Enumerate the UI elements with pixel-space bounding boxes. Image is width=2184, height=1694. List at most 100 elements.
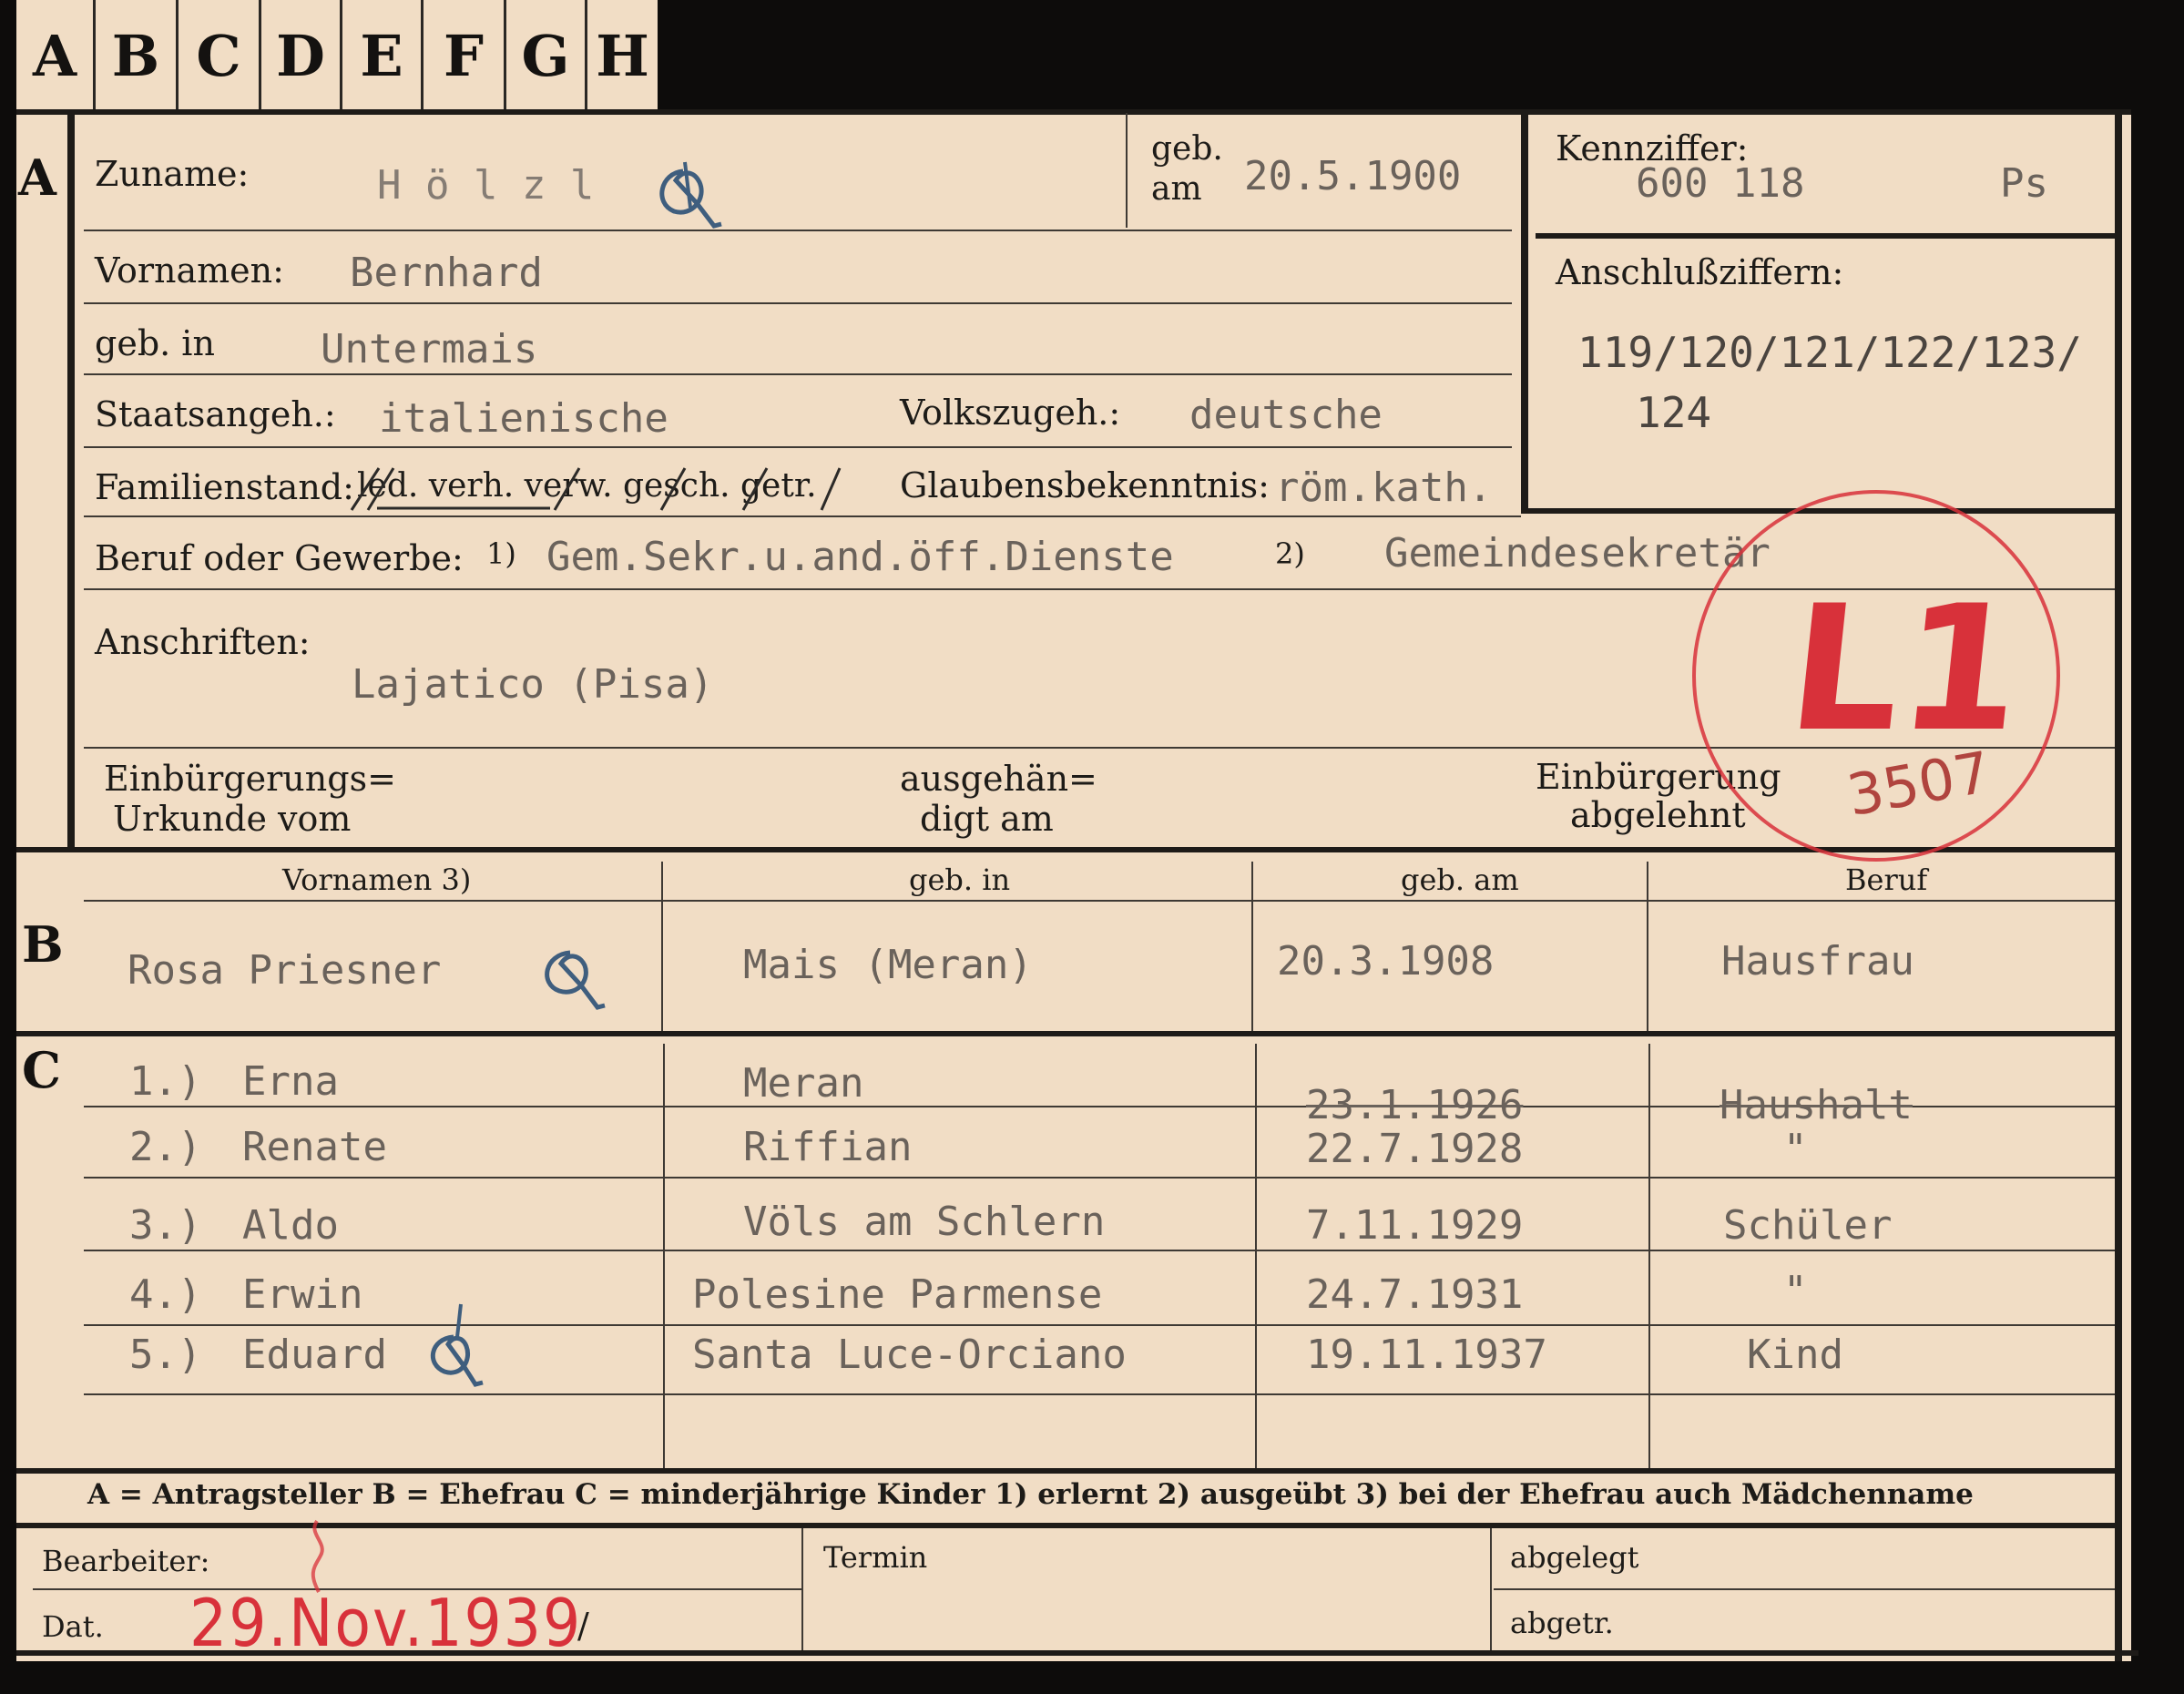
spouse-name: Rosa Priesner — [128, 947, 442, 994]
clerk-label: Bearbeiter: — [42, 1544, 210, 1578]
ethnicity-value: deutsche — [1189, 392, 1383, 438]
surname-label: Zuname: — [95, 154, 250, 194]
citizenship-value: italienische — [379, 395, 668, 442]
child-2-number: 2.) — [129, 1124, 202, 1170]
b-header-firstname: Vornamen 3) — [282, 862, 472, 897]
tab-letter-e: E — [342, 0, 424, 111]
tab-letter-c: C — [179, 0, 261, 111]
child-2-profession: " — [1783, 1126, 1808, 1172]
date-stamp: 29.Nov.1939 — [189, 1585, 583, 1661]
tab-letter-a: A — [16, 0, 96, 111]
marital-status-label: Familienstand: — [95, 467, 354, 507]
tab-letter-d: D — [261, 0, 342, 111]
spouse-birthplace: Mais (Meran) — [743, 942, 1033, 988]
id-number: 600 118 — [1636, 160, 1805, 207]
naturalization-label-1: Einbürgerungs= — [104, 759, 396, 799]
card-top-border — [16, 109, 2131, 115]
born-on-value: 20.5.1900 — [1244, 153, 1462, 199]
c-row-line-5 — [84, 1393, 2115, 1395]
child-3-birthplace: Völs am Schlern — [743, 1199, 1106, 1245]
child-5-birthdate: 19.11.1937 — [1306, 1332, 1547, 1378]
marital-status-markings — [350, 467, 842, 511]
b-header-line — [84, 900, 2115, 902]
child-4-profession: " — [1783, 1268, 1808, 1314]
section-a-letter: A — [18, 148, 56, 207]
address-label: Anschriften: — [95, 622, 311, 662]
child-5-number: 5.) — [129, 1332, 202, 1378]
b-header-birthdate: geb. am — [1401, 862, 1519, 897]
religion-label: Glaubensbekenntnis: — [900, 465, 1270, 505]
tab-letter-f: F — [424, 0, 506, 111]
footer-filed-line — [1494, 1588, 2115, 1590]
spouse-profession: Hausfrau — [1721, 938, 1914, 985]
section-b-bottom-border — [16, 1031, 2120, 1036]
born-on-label-2: am — [1151, 170, 1202, 208]
stamp-code: L1 — [1780, 568, 2032, 770]
tab-letter-g: G — [506, 0, 587, 111]
handed-over-label-1: ausgehän= — [900, 759, 1097, 799]
letter-tab-strip: A B C D E F G H — [16, 0, 658, 111]
card-right-border — [2115, 113, 2122, 1661]
ethnicity-label: Volkszugeh.: — [900, 393, 1121, 433]
address-value: Lajatico (Pisa) — [352, 661, 714, 708]
line-firstname — [84, 302, 1512, 304]
firstname-label: Vornamen: — [95, 250, 284, 291]
profession-learned-value: Gem.Sekr.u.and.öff.Dienste — [546, 534, 1174, 580]
c-row-line-2 — [84, 1177, 2115, 1179]
child-4-name: Erwin — [242, 1271, 363, 1318]
religion-value: röm.kath. — [1275, 464, 1493, 511]
child-1-birthdate: 23.1.1926 — [1306, 1082, 1524, 1128]
section-c-letter: C — [22, 1041, 61, 1099]
child-2-birthdate: 22.7.1928 — [1306, 1126, 1524, 1172]
date-slash: / — [577, 1606, 589, 1646]
firstname-value: Bernhard — [350, 250, 543, 296]
child-1-name: Erna — [242, 1058, 339, 1105]
birthplace-value: Untermais — [321, 326, 538, 372]
footer-divider-1 — [801, 1528, 803, 1650]
birthplace-label: geb. in — [95, 323, 215, 363]
naturalization-label-2: Urkunde vom — [113, 799, 352, 839]
child-1-number: 1.) — [129, 1058, 202, 1105]
line-surname — [84, 230, 1512, 231]
section-b-letter: B — [22, 915, 64, 974]
connected-numbers-line-2: 124 — [1636, 388, 1712, 437]
footer-divider-2 — [1490, 1528, 1492, 1650]
deadline-label: Termin — [823, 1540, 928, 1575]
child-3-profession: Schüler — [1723, 1202, 1893, 1249]
line-birthplace — [84, 373, 1512, 375]
tab-letter-b: B — [96, 0, 179, 111]
b-col-divider-3 — [1647, 862, 1648, 1031]
footnote-2-marker: 2) — [1275, 536, 1305, 571]
section-c-bottom-border — [16, 1468, 2120, 1474]
id-suffix: Ps — [2000, 160, 2048, 207]
line-citizenship — [84, 446, 1512, 448]
legend-text: A = Antragsteller B = Ehefrau C = minder… — [87, 1478, 1974, 1511]
id-box-divider — [1536, 233, 2115, 239]
child-3-birthdate: 7.11.1929 — [1306, 1202, 1524, 1249]
section-a-rule — [67, 113, 75, 847]
child-2-name: Renate — [242, 1124, 387, 1170]
child-3-number: 3.) — [129, 1202, 202, 1249]
b-header-profession: Beruf — [1845, 862, 1928, 897]
profession-label: Beruf oder Gewerbe: — [95, 538, 464, 578]
child-5-name: Eduard — [242, 1332, 387, 1378]
removed-label: abgetr. — [1510, 1606, 1614, 1640]
child-5-checkmark-icon — [430, 1303, 484, 1387]
footnote-1-marker: 1) — [486, 536, 516, 571]
b-col-divider-1 — [661, 862, 663, 1031]
born-on-label-1: geb. — [1151, 130, 1223, 168]
child-4-birthplace: Polesine Parmense — [692, 1271, 1103, 1318]
child-1-profession: Haushalt — [1720, 1082, 1913, 1128]
child-5-birthplace: Santa Luce-Orciano — [692, 1332, 1127, 1378]
checkmark-initial-icon — [659, 161, 722, 229]
spouse-birthdate: 20.3.1908 — [1277, 938, 1495, 985]
tab-letter-h: H — [596, 22, 649, 89]
connected-numbers-line-1: 119/120/121/122/123/ — [1577, 328, 2082, 377]
handed-over-label-2: digt am — [920, 799, 1054, 839]
child-5-profession: Kind — [1747, 1332, 1843, 1378]
id-box-left-border — [1521, 113, 1528, 514]
child-4-birthdate: 24.7.1931 — [1306, 1271, 1524, 1318]
filed-label: abgelegt — [1510, 1540, 1639, 1575]
c-row-line-4 — [84, 1324, 2115, 1326]
child-2-birthplace: Riffian — [743, 1124, 913, 1170]
